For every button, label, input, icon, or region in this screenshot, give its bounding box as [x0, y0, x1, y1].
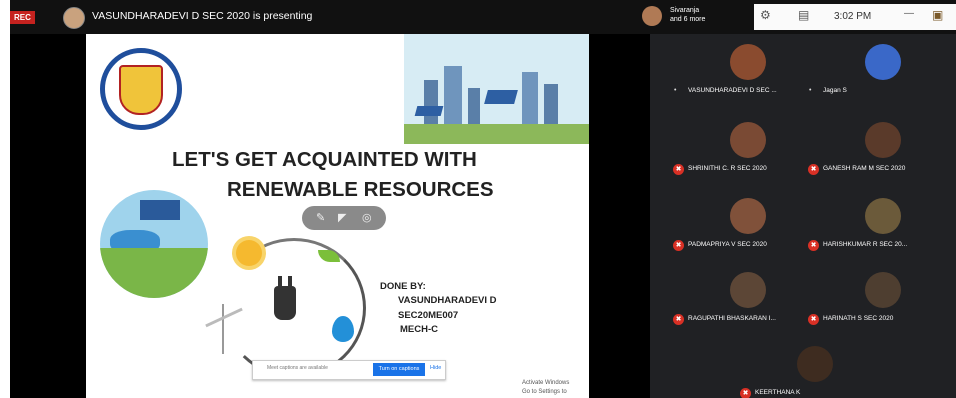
participant-tile[interactable]: ✖ PADMAPRIYA V SEC 2020 [673, 198, 821, 256]
participant-name: KEERTHANA K [755, 389, 801, 396]
plug-icon [274, 276, 296, 320]
pointer-icon[interactable]: ◎ [362, 211, 372, 224]
slide: LET'S GET ACQUAINTED WITH RENEWABLE RESO… [86, 34, 589, 398]
participant-avatar [730, 122, 766, 158]
hide-captions-button[interactable]: Hide [430, 365, 441, 371]
participant-name: HARISHKUMAR R SEC 20... [823, 241, 908, 248]
mic-muted-icon: ✖ [808, 314, 819, 325]
captions-message: Meet captions are available [267, 365, 328, 371]
eraser-icon[interactable]: ◤ [338, 211, 346, 224]
participant-tile[interactable]: • VASUNDHARADEVI D SEC ... [673, 44, 821, 102]
chat-icon[interactable]: ▤ [798, 8, 809, 22]
participant-tile[interactable]: • Jagan S [808, 44, 956, 102]
activate-windows-watermark: Activate WindowsGo to Settings to activa… [522, 380, 570, 395]
participant-tile[interactable]: ✖ HARISHKUMAR R SEC 20... [808, 198, 956, 256]
top-bar: REC VASUNDHARADEVI D SEC 2020 is present… [10, 0, 956, 34]
participant-avatar [730, 198, 766, 234]
participant-avatar [865, 198, 901, 234]
participant-tile[interactable]: ✖ KEERTHANA K [740, 346, 888, 398]
mic-muted-icon: ✖ [673, 164, 684, 175]
mic-muted-icon: ✖ [808, 240, 819, 251]
participant-name: HARINATH S SEC 2020 [823, 315, 894, 322]
meet-window: REC VASUNDHARADEVI D SEC 2020 is present… [10, 0, 956, 398]
presenting-status: VASUNDHARADEVI D SEC 2020 is presenting [92, 10, 313, 22]
app-icon[interactable]: ▣ [932, 8, 943, 22]
participant-tile[interactable]: ✖ SHRINITHI C. R SEC 2020 [673, 122, 821, 180]
mic-muted-icon: ✖ [673, 240, 684, 251]
pin-icon: • [809, 87, 812, 94]
presenter-avatar [63, 7, 85, 29]
mic-muted-icon: ✖ [808, 164, 819, 175]
wind-turbine-icon [222, 304, 224, 354]
participant-avatar [865, 44, 901, 80]
participant-tile[interactable]: ✖ HARINATH S SEC 2020 [808, 272, 956, 330]
participant-name: Jagan S [823, 87, 847, 94]
participant-tile[interactable]: ✖ GANESH RAM M SEC 2020 [808, 122, 956, 180]
taskbar-tray: ⚙ ▤ 3:02 PM — ▣ [754, 4, 956, 30]
others-count[interactable]: Sivaranja and 6 more [670, 6, 705, 24]
recording-badge: REC [10, 11, 35, 24]
mic-muted-icon: ✖ [740, 388, 751, 398]
participant-avatar [865, 272, 901, 308]
pin-icon: • [674, 87, 677, 94]
participant-name: PADMAPRIYA V SEC 2020 [688, 241, 767, 248]
participant-name: VASUNDHARADEVI D SEC ... [688, 87, 777, 94]
people-icon[interactable]: ⚙ [760, 8, 771, 22]
turn-on-captions-button[interactable]: Turn on captions [373, 363, 425, 376]
participant-avatar [865, 122, 901, 158]
water-drop-icon [332, 316, 354, 342]
pen-icon[interactable]: ✎ [316, 211, 325, 224]
participant-name: GANESH RAM M SEC 2020 [823, 165, 906, 172]
captions-prompt: Meet captions are available Turn on capt… [252, 360, 446, 380]
clock: 3:02 PM [834, 11, 872, 22]
college-logo [100, 48, 182, 130]
participant-name: RAGUPATHI BHASKARAN I... [688, 315, 776, 322]
top-right-area: Sivaranja and 6 more ⚙ ▤ 3:02 PM — ▣ [642, 4, 956, 30]
participant-avatar [797, 346, 833, 382]
earth-illustration [100, 190, 208, 298]
others-avatar[interactable] [642, 6, 662, 26]
green-city-image [404, 34, 589, 144]
minimize-icon[interactable]: — [904, 8, 914, 19]
participant-name: SHRINITHI C. R SEC 2020 [688, 165, 767, 172]
slide-controls[interactable]: ✎ ◤ ◎ [302, 206, 386, 230]
participant-avatar [730, 272, 766, 308]
mic-muted-icon: ✖ [673, 314, 684, 325]
sun-icon [236, 240, 262, 266]
participant-tile[interactable]: ✖ RAGUPATHI BHASKARAN I... [673, 272, 821, 330]
participant-avatar [730, 44, 766, 80]
